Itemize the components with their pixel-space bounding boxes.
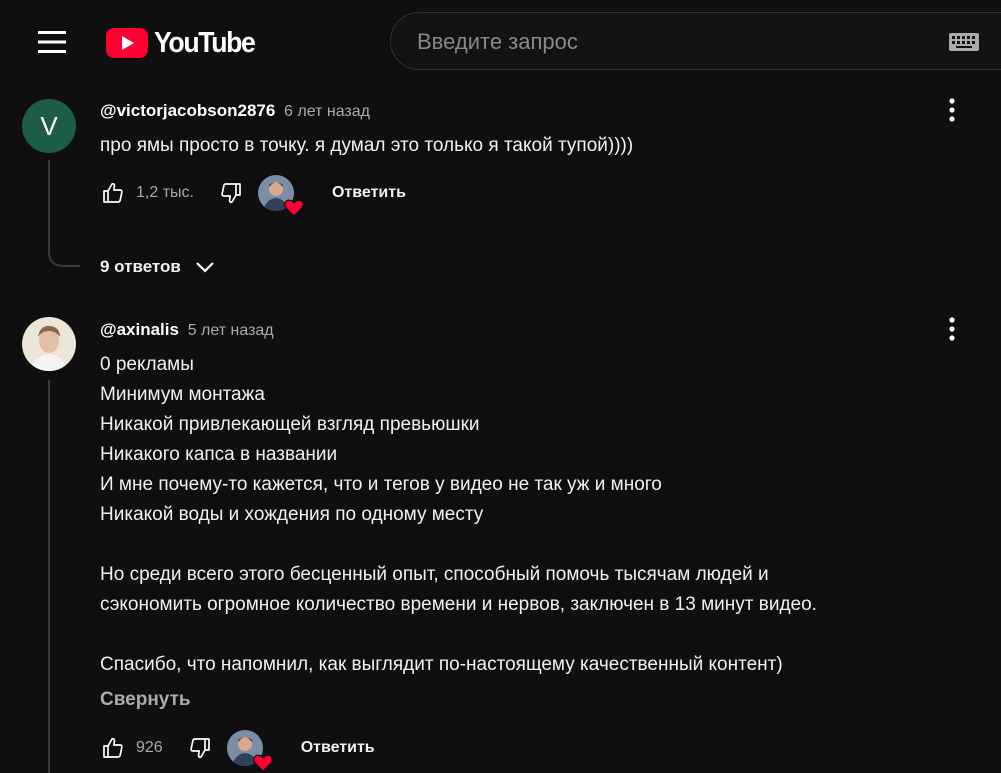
comment-header: @axinalis 5 лет назад bbox=[100, 320, 274, 340]
like-button[interactable] bbox=[100, 735, 126, 761]
reply-button[interactable]: Ответить bbox=[332, 184, 406, 202]
logo-text: YouTube bbox=[154, 26, 256, 59]
comment-line: Минимум монтажа bbox=[100, 384, 265, 405]
search-input[interactable] bbox=[415, 13, 939, 71]
thread-line bbox=[48, 380, 50, 773]
comment-line: сэкономить огромное количество времени и… bbox=[100, 594, 817, 615]
creator-heart-badge[interactable] bbox=[257, 175, 304, 217]
comment-line: Никакой воды и хождения по одному месту bbox=[100, 504, 484, 525]
thread-line bbox=[48, 160, 50, 252]
comment-line: Спасибо, что напомнил, как выглядит по-н… bbox=[100, 654, 783, 675]
comment-line bbox=[100, 620, 817, 650]
avatar[interactable]: V bbox=[22, 99, 76, 153]
replies-count: 9 ответов bbox=[100, 257, 181, 276]
menu-icon bbox=[38, 31, 66, 53]
thumb-down-icon bbox=[221, 183, 241, 204]
hamburger-menu-button[interactable] bbox=[28, 22, 76, 62]
keyboard-icon[interactable] bbox=[949, 33, 979, 51]
thread-curve bbox=[48, 240, 80, 267]
thumb-up-icon bbox=[103, 737, 123, 758]
more-vert-icon bbox=[949, 98, 955, 122]
comment-line: Но среди всего этого бесценный опыт, спо… bbox=[100, 564, 769, 585]
comment-line bbox=[100, 530, 817, 560]
like-button[interactable] bbox=[100, 180, 126, 206]
comment-actions: 1,2 тыс. Ответить bbox=[100, 173, 406, 217]
collapse-button[interactable]: Свернуть bbox=[100, 689, 191, 711]
like-count: 926 bbox=[136, 739, 163, 756]
comment-line: про ямы просто в точку. я думал это толь… bbox=[100, 135, 634, 156]
comment-time[interactable]: 5 лет назад bbox=[188, 322, 274, 339]
top-bar: YouTube bbox=[0, 0, 1001, 86]
comment-text: про ямы просто в точку. я думал это толь… bbox=[100, 131, 633, 161]
heart-icon bbox=[252, 754, 273, 772]
heart-icon bbox=[283, 199, 304, 217]
comment-line: 0 рекламы bbox=[100, 354, 194, 375]
dislike-button[interactable] bbox=[187, 735, 213, 761]
youtube-logo[interactable]: YouTube bbox=[106, 26, 263, 60]
comment-time[interactable]: 6 лет назад bbox=[284, 103, 370, 120]
comment-actions: 926 Ответить bbox=[100, 728, 375, 772]
comment-text: 0 рекламы Минимум монтажа Никакой привле… bbox=[100, 350, 817, 680]
youtube-play-icon bbox=[106, 28, 148, 58]
search-box bbox=[390, 12, 1001, 71]
comment-line: Никакого капса в названии bbox=[100, 444, 338, 465]
comment-menu-button[interactable] bbox=[938, 95, 966, 125]
comment-menu-button[interactable] bbox=[938, 314, 966, 344]
comment-author[interactable]: @axinalis bbox=[100, 320, 179, 339]
thumb-down-icon bbox=[189, 738, 210, 759]
replies-toggle-button[interactable]: 9 ответов bbox=[100, 253, 215, 281]
dislike-button[interactable] bbox=[218, 180, 244, 206]
comment-line: Никакой привлекающей взгляд превьюшки bbox=[100, 414, 480, 435]
more-vert-icon bbox=[949, 317, 955, 341]
chevron-down-icon bbox=[196, 262, 214, 273]
comment-line: И мне почему-то кажется, что и тегов у в… bbox=[100, 474, 662, 495]
avatar-photo bbox=[22, 317, 76, 371]
comment-header: @victorjacobson2876 6 лет назад bbox=[100, 101, 370, 121]
comment-author[interactable]: @victorjacobson2876 bbox=[100, 101, 275, 120]
avatar-letter: V bbox=[40, 110, 58, 141]
avatar[interactable] bbox=[22, 317, 76, 371]
like-count: 1,2 тыс. bbox=[136, 184, 194, 201]
creator-heart-badge[interactable] bbox=[226, 730, 273, 772]
thumb-up-icon bbox=[103, 182, 123, 203]
reply-button[interactable]: Ответить bbox=[301, 739, 375, 757]
